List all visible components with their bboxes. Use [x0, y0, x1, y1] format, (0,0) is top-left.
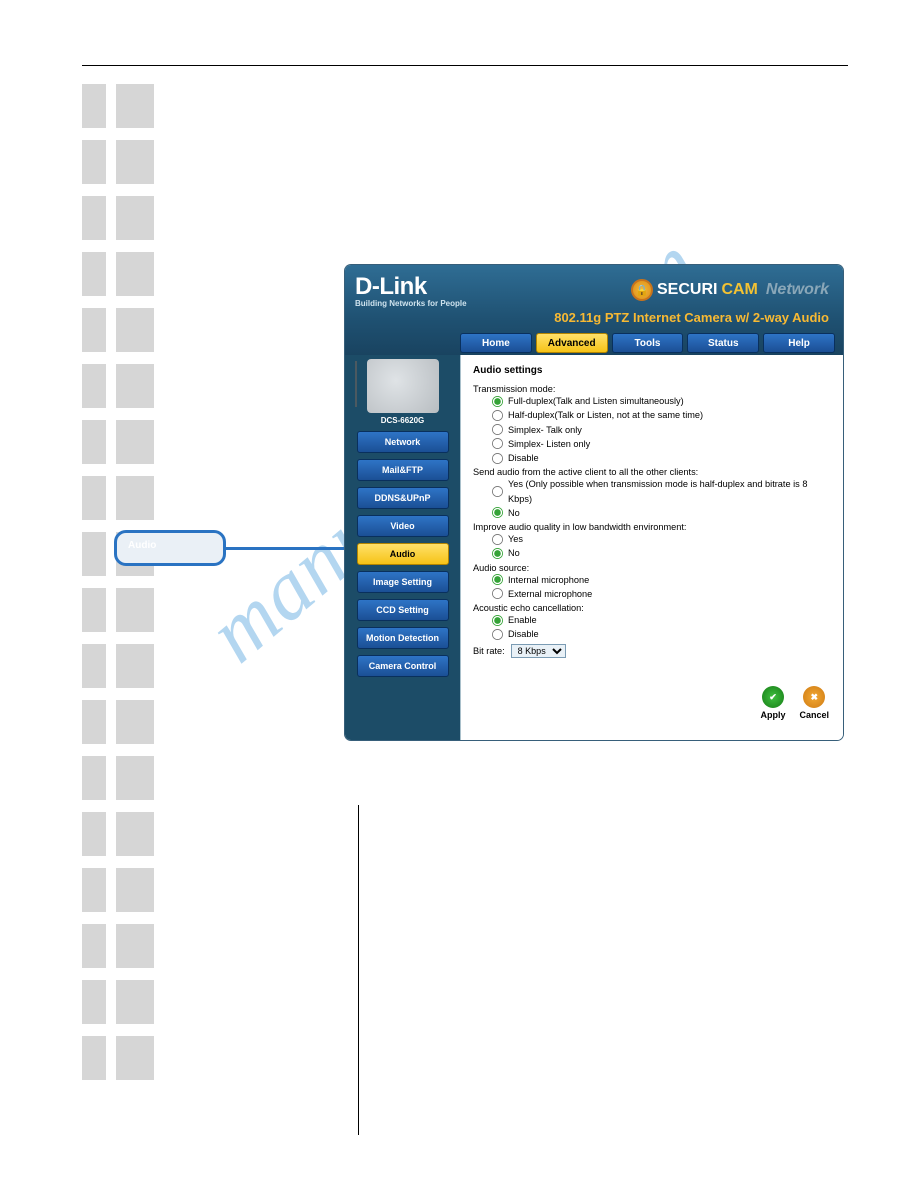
cam-text: CAM: [721, 281, 757, 299]
callout-connector: [226, 547, 352, 550]
opt-full-duplex[interactable]: Full-duplex(Talk and Listen simultaneous…: [491, 394, 831, 408]
nav-motion-detection[interactable]: Motion Detection: [357, 627, 449, 649]
opt-echo-disable[interactable]: Disable: [491, 627, 831, 641]
bitrate-select[interactable]: 8 Kbps: [511, 644, 566, 658]
tab-help[interactable]: Help: [763, 333, 835, 353]
header-rule: [82, 65, 848, 66]
panel-title: Audio settings: [473, 365, 831, 376]
camera-model-label: DCS-6620G: [381, 416, 425, 425]
opt-improve-yes[interactable]: Yes: [491, 532, 831, 546]
lower-label-1: Transmission Mode:: [170, 808, 350, 825]
tab-status[interactable]: Status: [687, 333, 759, 353]
brand-logo: D-Link: [355, 273, 427, 301]
page-number: 54: [453, 1146, 465, 1158]
echo-cancel-label: Acoustic echo cancellation:: [473, 603, 831, 613]
securi-text: SECURI: [657, 281, 717, 299]
opt-simplex-talk[interactable]: Simplex- Talk only: [491, 423, 831, 437]
camera-icon: [367, 359, 439, 413]
section-breadcrumb: Configuration > Advanced > Audio: [650, 100, 846, 114]
nav-ccd-setting[interactable]: CCD Setting: [357, 599, 449, 621]
cancel-button[interactable]: ✖ Cancel: [799, 686, 829, 720]
nav-network[interactable]: Network: [357, 431, 449, 453]
cross-icon: ✖: [803, 686, 825, 708]
network-text: Network: [766, 281, 829, 299]
improve-audio-label: Improve audio quality in low bandwidth e…: [473, 522, 831, 532]
opt-half-duplex[interactable]: Half-duplex(Talk or Listen, not at the s…: [491, 408, 831, 422]
audio-source-label: Audio source:: [473, 563, 831, 573]
settings-panel: Audio settings Transmission mode: Full-d…: [460, 355, 843, 740]
manual-page: Using the DCS-6620G with an Internet Bro…: [0, 0, 918, 1188]
intro-paragraph: These settings will allow you to configu…: [170, 200, 548, 235]
bitrate-row: Bit rate: 8 Kbps: [473, 644, 831, 658]
header-running-title: Using the DCS-6620G with an Internet Bro…: [602, 48, 846, 60]
send-audio-label: Send audio from the active client to all…: [473, 467, 831, 477]
product-subtitle: 802.11g PTZ Internet Camera w/ 2-way Aud…: [554, 310, 829, 325]
opt-simplex-listen[interactable]: Simplex- Listen only: [491, 437, 831, 451]
nav-mail-ftp[interactable]: Mail&FTP: [357, 459, 449, 481]
nav-camera-control[interactable]: Camera Control: [357, 655, 449, 677]
lower-divider: [358, 805, 359, 1135]
tab-advanced[interactable]: Advanced: [536, 333, 608, 353]
tab-home[interactable]: Home: [460, 333, 532, 353]
brand-tagline: Building Networks for People: [355, 299, 467, 308]
securicam-logo: 🔒 SECURICAM Network: [631, 279, 829, 301]
lower-label-2: Full-duplex (Talk and Listen simultaneou…: [170, 958, 350, 991]
lower-text-1: There are five options to select. For al…: [376, 806, 844, 839]
check-icon: ✔: [762, 686, 784, 708]
nav-audio[interactable]: Audio: [357, 543, 449, 565]
nav-image-setting[interactable]: Image Setting: [357, 571, 449, 593]
footer-company: D-Link Systems, Inc.: [82, 1146, 183, 1158]
camera-admin-ui: D-Link Building Networks for People 🔒 SE…: [345, 265, 843, 740]
ui-header: D-Link Building Networks for People 🔒 SE…: [345, 265, 843, 355]
top-tabbar: Home Advanced Tools Status Help: [460, 333, 835, 353]
opt-external-mic[interactable]: External microphone: [491, 587, 831, 601]
apply-button[interactable]: ✔ Apply: [760, 686, 785, 720]
opt-internal-mic[interactable]: Internal microphone: [491, 573, 831, 587]
lock-icon: 🔒: [631, 279, 653, 301]
opt-send-no[interactable]: No: [491, 506, 831, 520]
opt-improve-no[interactable]: No: [491, 546, 831, 560]
decor-column: [82, 84, 154, 1080]
callout-label: Audio: [128, 540, 156, 551]
tab-tools[interactable]: Tools: [612, 333, 684, 353]
nav-video[interactable]: Video: [357, 515, 449, 537]
opt-send-yes[interactable]: Yes (Only possible when transmission mod…: [491, 477, 831, 506]
opt-echo-enable[interactable]: Enable: [491, 613, 831, 627]
transmission-mode-label: Transmission mode:: [473, 384, 831, 394]
nav-ddns-upnp[interactable]: DDNS&UPnP: [357, 487, 449, 509]
lower-text-2: In this mode, the user can talk to the s…: [376, 960, 844, 993]
opt-disable[interactable]: Disable: [491, 451, 831, 465]
ui-left-nav: DCS-6620G Network Mail&FTP DDNS&UPnP Vid…: [345, 355, 460, 740]
bitrate-label: Bit rate:: [473, 646, 505, 656]
